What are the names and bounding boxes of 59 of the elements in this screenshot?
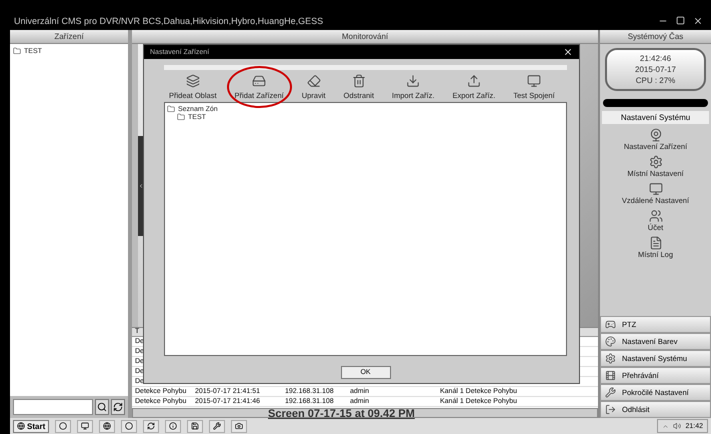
screenshot-caption: Screen 07-17-15 at 09.42 PM <box>268 408 415 420</box>
clock-time: 21:42:46 <box>638 53 672 64</box>
taskbar-button[interactable] <box>77 420 94 432</box>
menu-header: Nastavení Systému <box>602 111 709 124</box>
taskbar-button[interactable] <box>187 420 204 432</box>
info-icon <box>169 422 178 430</box>
cpu-usage: CPU : 27% <box>634 75 676 86</box>
panel-header: Zařízení <box>10 30 128 44</box>
panel-header: Monitorování <box>132 30 598 44</box>
chevron-up-icon <box>662 422 670 430</box>
taskbar-button[interactable] <box>209 420 226 432</box>
eraser-icon <box>306 74 321 88</box>
close-icon[interactable] <box>563 47 573 57</box>
close-icon[interactable] <box>693 16 703 26</box>
window-title: Univerzální CMS pro DVR/NVR BCS,Dahua,Hikvision,Hybro,HuangHe,GESS <box>14 16 324 26</box>
taskbar-button[interactable] <box>121 420 138 432</box>
settings-icon <box>648 155 662 169</box>
logout-icon <box>605 404 616 415</box>
globe-icon <box>17 422 25 430</box>
wrench-icon <box>213 422 222 430</box>
refresh-icon <box>147 422 156 430</box>
refresh-button[interactable] <box>111 399 125 415</box>
users-icon <box>648 209 662 223</box>
wrench-icon <box>605 387 616 398</box>
taskbar-button[interactable] <box>143 420 160 432</box>
ring-icon <box>125 422 134 430</box>
camera-icon <box>648 128 662 142</box>
taskbar-button[interactable] <box>231 420 248 432</box>
palette-icon <box>605 336 616 347</box>
monitor-icon <box>648 182 662 196</box>
volume-icon <box>673 422 682 430</box>
horizontal-scrollbar[interactable] <box>132 408 598 418</box>
trash-icon <box>352 74 366 88</box>
folder-icon <box>177 113 185 121</box>
taskbar-button[interactable] <box>165 420 182 432</box>
taskbar-button[interactable] <box>55 420 72 432</box>
settings-icon <box>605 353 616 364</box>
folder-icon <box>13 47 21 55</box>
camera-icon <box>235 422 244 430</box>
film-icon <box>605 370 616 381</box>
joystick-icon <box>605 319 616 330</box>
document-icon <box>648 236 662 250</box>
export-icon <box>466 74 481 88</box>
layers-icon <box>186 74 200 88</box>
maximize-icon[interactable] <box>676 16 685 25</box>
ring-icon <box>59 422 68 430</box>
folder-icon <box>167 105 175 113</box>
panel-header: Systémový Čas <box>600 30 711 44</box>
monitor-icon <box>81 422 90 430</box>
save-icon <box>191 422 200 430</box>
taskbar-button[interactable] <box>99 420 116 432</box>
search-button[interactable] <box>95 399 109 415</box>
clock-date: 2015-07-17 <box>634 64 677 75</box>
search-field[interactable] <box>13 399 93 415</box>
globe-icon <box>103 422 112 430</box>
start-button[interactable]: Start <box>13 420 50 432</box>
import-icon <box>406 74 420 88</box>
monitor-icon <box>527 74 542 88</box>
device-icon <box>252 74 266 88</box>
